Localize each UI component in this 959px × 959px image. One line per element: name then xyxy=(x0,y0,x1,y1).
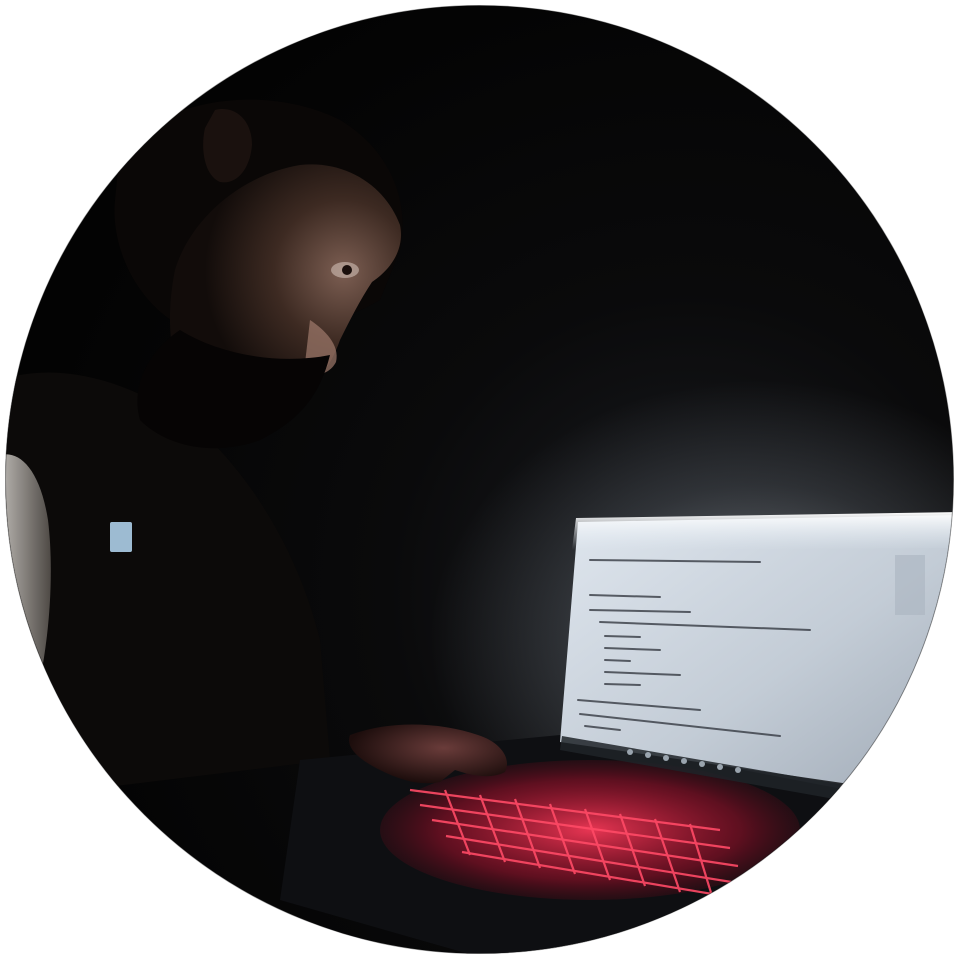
laptop-screen xyxy=(560,512,954,800)
photo-frame xyxy=(0,0,959,959)
pupil xyxy=(342,265,352,275)
profile-photo xyxy=(5,5,954,954)
blue-device-glow xyxy=(110,522,132,552)
code-minimap xyxy=(895,555,925,615)
screen-top-glow xyxy=(572,512,954,550)
